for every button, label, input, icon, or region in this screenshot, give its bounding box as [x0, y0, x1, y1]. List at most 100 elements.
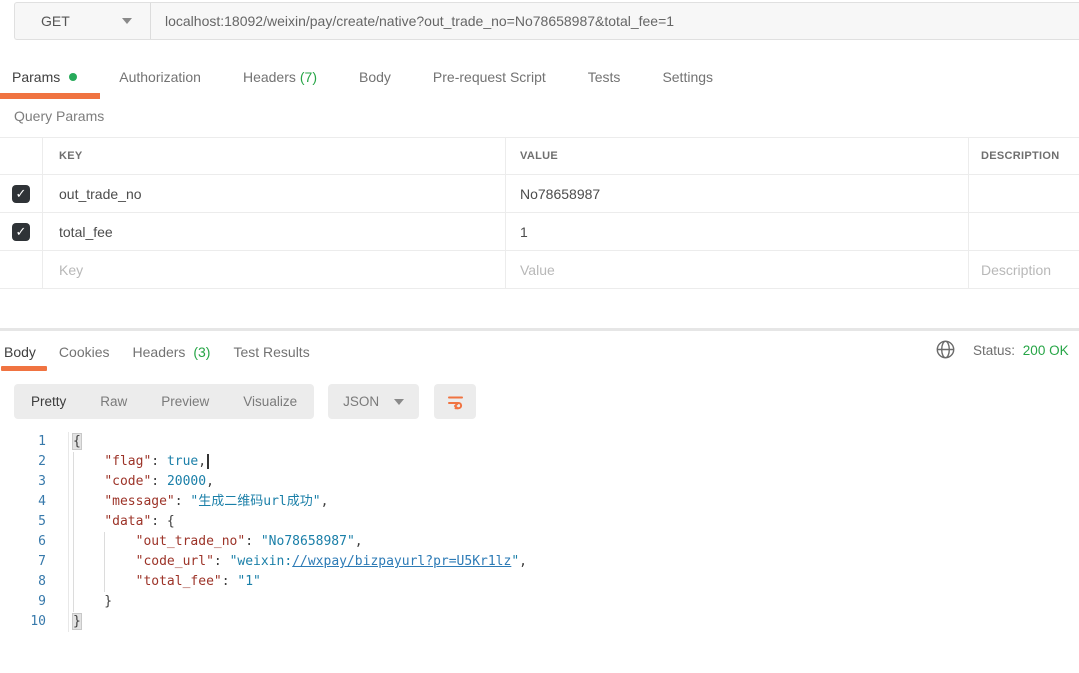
tab-settings[interactable]: Settings [662, 69, 713, 85]
code-token: "data" [104, 514, 152, 529]
code-token: , [206, 474, 214, 489]
params-active-dot-icon [69, 73, 78, 81]
status-label: Status: [973, 343, 1016, 358]
caret-down-icon [394, 398, 405, 405]
tab-body[interactable]: Body [359, 69, 391, 85]
code-line-content: "flag": true, [68, 452, 210, 472]
wrap-text-button[interactable] [434, 384, 477, 419]
code-line-content: "data": { [68, 512, 175, 532]
tab-headers[interactable]: Headers (7) [243, 69, 317, 85]
code-token: , [519, 554, 527, 569]
param-description-input[interactable]: Description [969, 251, 1079, 288]
code-token: "生成二维码url成功" [190, 494, 321, 509]
code-line: 8 "total_fee": "1" [0, 572, 1079, 592]
code-line: 6 "out_trade_no": "No78658987", [0, 532, 1079, 552]
param-row: Key Value Description [0, 251, 1079, 289]
header-checkbox-cell [0, 138, 43, 174]
param-checkbox-cell: ✓ [0, 175, 43, 212]
response-tab-headers[interactable]: Headers (3) [133, 344, 211, 360]
tab-tests[interactable]: Tests [588, 69, 621, 85]
response-tab-cookies[interactable]: Cookies [59, 344, 110, 360]
param-checkbox[interactable]: ✓ [12, 184, 30, 203]
param-description-input[interactable] [969, 213, 1079, 250]
code-token: : [245, 534, 261, 549]
method-selector[interactable]: GET [15, 3, 151, 39]
line-number: 6 [38, 534, 46, 549]
code-line: 4 "message": "生成二维码url成功", [0, 492, 1079, 512]
param-description-input[interactable] [969, 175, 1079, 212]
tab-headers-label: Headers [242, 69, 296, 85]
column-header-key: KEY [43, 138, 506, 174]
code-token: : [213, 554, 230, 569]
view-preview[interactable]: Preview [144, 394, 226, 409]
code-line: 5 "data": { [0, 512, 1079, 532]
code-token: "1" [237, 574, 261, 589]
code-line: 3 "code": 20000, [0, 472, 1079, 492]
view-visualize[interactable]: Visualize [226, 394, 314, 409]
code-line: 1{ [0, 432, 1079, 452]
status-value: 200 OK [1022, 343, 1069, 358]
param-key-input[interactable]: Key [43, 251, 506, 288]
param-value-input[interactable]: No78658987 [506, 175, 969, 212]
active-tab-underline [0, 93, 100, 99]
language-label: JSON [343, 394, 380, 409]
code-token: 20000 [166, 474, 207, 489]
code-line-content: "out_trade_no": "No78658987", [68, 532, 363, 552]
method-label: GET [41, 13, 70, 29]
code-token: , [320, 494, 329, 509]
tab-body-label: Body [359, 69, 391, 85]
response-tab-headers-count: (3) [193, 344, 211, 360]
line-number: 3 [38, 474, 46, 489]
code-line-content: "code_url": "weixin://wxpay/bizpayurl?pr… [68, 552, 527, 572]
code-token: "weixin: [229, 554, 293, 569]
param-row: ✓ out_trade_no No78658987 [0, 175, 1079, 213]
response-tab-test-results[interactable]: Test Results [233, 344, 309, 360]
query-params-title: Query Params [14, 108, 105, 124]
view-pretty[interactable]: Pretty [14, 394, 83, 409]
url-input[interactable]: localhost:18092/weixin/pay/create/native… [151, 3, 1079, 39]
code-line-content: "code": 20000, [68, 472, 214, 492]
line-number: 9 [38, 594, 46, 609]
pane-divider[interactable] [0, 328, 1079, 331]
response-tabs: Body Cookies Headers (3) Test Results [0, 336, 310, 368]
wrap-text-icon [447, 396, 463, 410]
tab-headers-count: (7) [299, 69, 317, 85]
response-tab-body[interactable]: Body [4, 344, 36, 360]
tab-params[interactable]: Params [12, 69, 78, 85]
line-number: 10 [30, 614, 46, 629]
line-number: 4 [38, 494, 46, 509]
tab-params-label: Params [12, 69, 61, 85]
param-checkbox[interactable]: ✓ [12, 222, 30, 241]
code-line-content: "message": "生成二维码url成功", [68, 492, 328, 512]
language-selector[interactable]: JSON [328, 384, 420, 419]
view-raw[interactable]: Raw [83, 394, 144, 409]
code-token: " [511, 554, 520, 569]
param-value-input[interactable]: 1 [506, 213, 969, 250]
line-number: 8 [38, 574, 46, 589]
code-token: "total_fee" [135, 574, 222, 589]
tab-prerequest-label: Pre-request Script [432, 69, 546, 85]
code-token: "message" [104, 494, 175, 509]
code-url-link[interactable]: //wxpay/bizpayurl?pr=U5Kr1lz [292, 554, 511, 569]
tab-prerequest-script[interactable]: Pre-request Script [433, 69, 546, 85]
tab-settings-label: Settings [662, 69, 714, 85]
param-value-input[interactable]: Value [506, 251, 969, 288]
param-key-input[interactable]: out_trade_no [43, 175, 506, 212]
code-line-content: } [68, 612, 81, 632]
text-cursor [207, 454, 210, 469]
code-token: , [198, 454, 207, 469]
code-token: : { [151, 514, 175, 529]
param-key-input[interactable]: total_fee [43, 213, 506, 250]
view-switcher: Pretty Raw Preview Visualize [14, 384, 315, 419]
code-line-content: { [68, 432, 81, 452]
status-line: Status: 200 OK [973, 343, 1069, 358]
globe-icon[interactable] [936, 340, 955, 364]
code-token: "No78658987" [260, 534, 355, 549]
line-number: 1 [38, 434, 46, 449]
code-line: 9 } [0, 592, 1079, 612]
tab-authorization[interactable]: Authorization [119, 69, 201, 85]
code-line-content: "total_fee": "1" [68, 572, 261, 592]
response-body-json[interactable]: 1{2 "flag": true, 3 "code": 20000, 4 "mess… [0, 432, 1079, 632]
